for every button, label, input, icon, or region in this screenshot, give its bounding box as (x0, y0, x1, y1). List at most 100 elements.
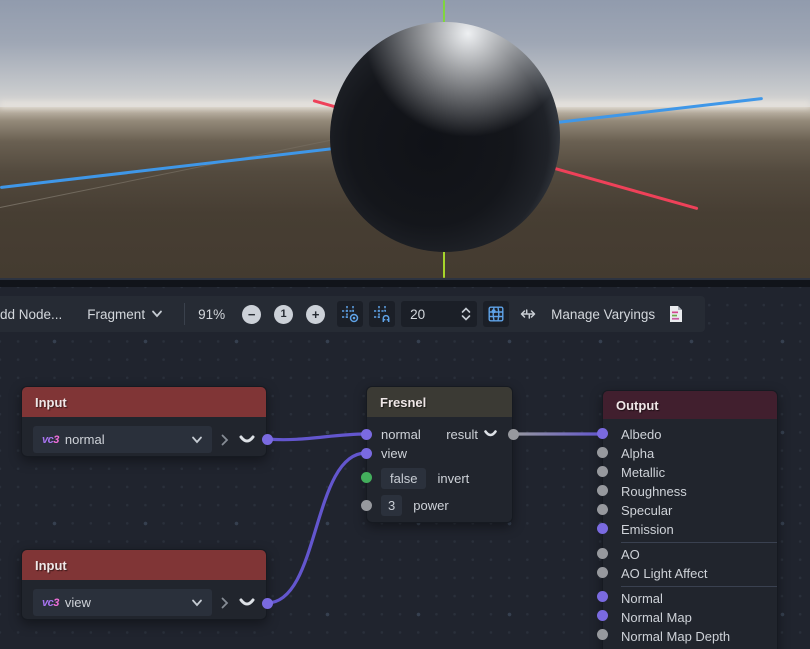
port-fresnel-invert-in[interactable] (361, 472, 372, 483)
output-port-label: Specular (621, 503, 672, 518)
node-input-normal-header[interactable]: Input (22, 387, 266, 417)
output-port-label: Emission (621, 522, 674, 537)
port-fresnel-result-out[interactable] (508, 429, 519, 440)
node-fresnel-header[interactable]: Fresnel (367, 387, 512, 417)
graph-toolbar: Add Node... Fragment 91% − 1 + (0, 296, 705, 332)
port-output-alpha[interactable] (597, 447, 608, 458)
output-port-row: Alpha (603, 444, 777, 463)
node-input-normal[interactable]: Input vc3 normal (21, 386, 267, 457)
port-output-normal-map[interactable] (597, 610, 608, 621)
node-output-header[interactable]: Output (603, 391, 777, 419)
output-port-label: Alpha (621, 446, 654, 461)
power-label: power (413, 498, 448, 513)
output-port-label: Roughness (621, 484, 687, 499)
shader-script-button[interactable] (668, 305, 684, 323)
port-output-normal[interactable] (597, 591, 608, 602)
snap-distance-spinbox[interactable]: 20 (401, 301, 477, 327)
port-output-metallic[interactable] (597, 466, 608, 477)
output-port-label: AO (621, 547, 640, 562)
input-source-dropdown[interactable]: vc3 view (33, 589, 212, 616)
output-port-row: Normal (603, 589, 777, 608)
zoom-level-label: 91% (198, 307, 225, 322)
output-port-row: AO (603, 545, 777, 564)
node-title: Input (35, 395, 67, 410)
fresnel-input-view-label: view (381, 446, 407, 461)
port-preview-toggle-icon[interactable] (238, 435, 256, 445)
node-title: Output (616, 398, 659, 413)
output-port-label: Albedo (621, 427, 661, 442)
port-preview-toggle-icon[interactable] (238, 598, 256, 608)
shader-stage-dropdown[interactable]: Fragment (87, 307, 163, 322)
node-title: Fresnel (380, 395, 426, 410)
varyings-transform-icon (518, 306, 538, 322)
shader-editor: Add Node... Fragment 91% − 1 + (0, 0, 810, 649)
port-preview-toggle-icon[interactable] (483, 430, 498, 439)
invert-checkbox[interactable]: false (381, 468, 426, 489)
preview-sphere (330, 22, 560, 252)
power-value-field[interactable]: 3 (381, 495, 402, 516)
grid-visibility-icon (341, 305, 359, 323)
output-port-label: Normal Map Depth (621, 629, 730, 644)
port-output-emission[interactable] (597, 523, 608, 534)
port-input-view-out[interactable] (262, 598, 273, 609)
output-port-label: Metallic (621, 465, 665, 480)
port-fresnel-view-in[interactable] (361, 448, 372, 459)
port-output-normal-map-depth[interactable] (597, 629, 608, 640)
port-output-albedo[interactable] (597, 428, 608, 439)
node-input-view-header[interactable]: Input (22, 550, 266, 580)
toggle-grid-button[interactable] (337, 301, 363, 327)
spin-updown-icon[interactable] (461, 306, 471, 322)
port-output-ao[interactable] (597, 548, 608, 559)
port-output-specular[interactable] (597, 504, 608, 515)
node-fresnel[interactable]: Fresnel normal result view false invert (366, 386, 513, 523)
varying-mode-button[interactable] (518, 306, 538, 322)
output-port-row: Specular (603, 501, 777, 520)
chevron-down-icon (151, 310, 163, 318)
zoom-out-button[interactable]: − (242, 305, 261, 324)
shader-graph-canvas[interactable]: Add Node... Fragment 91% − 1 + (0, 287, 810, 649)
port-fresnel-power-in[interactable] (361, 500, 372, 511)
preview-shader-button[interactable] (483, 301, 509, 327)
output-port-label: AO Light Affect (621, 566, 707, 581)
port-input-normal-out[interactable] (262, 434, 273, 445)
fresnel-output-result-label: result (446, 427, 478, 442)
snap-distance-value: 20 (410, 307, 461, 322)
output-port-row: Emission (603, 520, 777, 539)
input-source-dropdown[interactable]: vc3 normal (33, 426, 212, 453)
zoom-reset-button[interactable]: 1 (274, 305, 293, 324)
chevron-down-icon (191, 436, 203, 444)
manage-varyings-button[interactable]: Manage Varyings (551, 307, 655, 322)
shader-file-icon (668, 305, 684, 323)
node-title: Input (35, 558, 67, 573)
toolbar-separator (184, 303, 185, 325)
fresnel-input-normal-label: normal (381, 427, 421, 442)
expand-output-icon[interactable] (221, 597, 229, 609)
vec3-type-icon: vc3 (42, 434, 59, 446)
shader-preview-icon (487, 305, 505, 323)
node-input-view[interactable]: Input vc3 view (21, 549, 267, 620)
expand-output-icon[interactable] (221, 434, 229, 446)
output-port-row: Normal Map (603, 608, 777, 627)
port-output-roughness[interactable] (597, 485, 608, 496)
add-node-button[interactable]: Add Node... (0, 307, 62, 322)
output-port-row: Metallic (603, 463, 777, 482)
output-port-label: Normal (621, 591, 663, 606)
chevron-down-icon (191, 599, 203, 607)
input-selected-value: normal (65, 432, 105, 447)
input-selected-value: view (65, 595, 91, 610)
node-output[interactable]: Output Albedo Alpha Metallic Roughness S… (602, 390, 778, 649)
add-node-label: Add Node... (0, 307, 62, 322)
port-fresnel-normal-in[interactable] (361, 429, 372, 440)
output-port-row: Normal Map Depth (603, 627, 777, 646)
snap-toggle-button[interactable] (369, 301, 395, 327)
snap-grid-icon (373, 305, 391, 323)
connection-normal-to-fresnel (267, 434, 366, 440)
output-port-row: Roughness (603, 482, 777, 501)
output-port-label: Normal Map (621, 610, 692, 625)
shader-stage-label: Fragment (87, 307, 145, 322)
port-output-ao-light-affect[interactable] (597, 567, 608, 578)
zoom-in-button[interactable]: + (306, 305, 325, 324)
3d-preview-viewport[interactable] (0, 0, 810, 278)
output-port-row: Albedo (603, 425, 777, 444)
port-group-separator (621, 586, 777, 587)
